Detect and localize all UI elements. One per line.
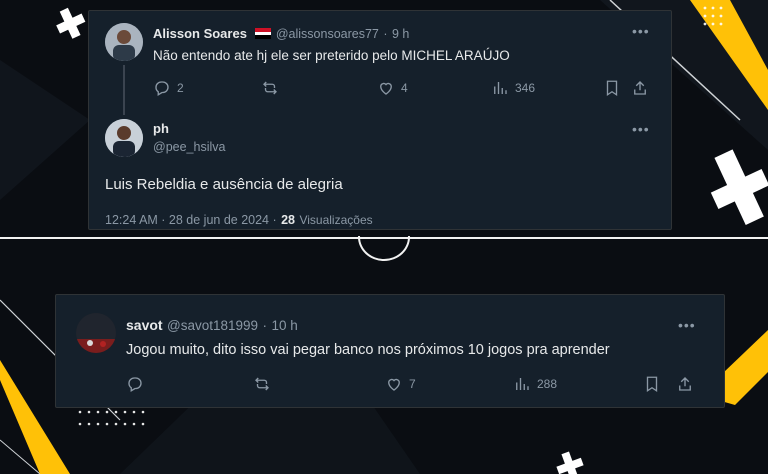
more-icon[interactable]: ••• xyxy=(678,317,696,333)
author-name[interactable]: savot xyxy=(126,317,163,333)
tweet-time[interactable]: 10 h xyxy=(271,318,297,333)
reply-count: 2 xyxy=(177,81,184,95)
views-button[interactable]: 346 xyxy=(491,79,535,97)
retweet-button[interactable] xyxy=(261,79,279,97)
tweet-header: ph @pee_hsilva xyxy=(153,121,225,154)
avatar[interactable] xyxy=(105,119,143,157)
reply-button[interactable] xyxy=(126,375,144,393)
tweet-header: Alisson Soares @alissonsoares77 · 9 h xyxy=(153,25,409,43)
egypt-flag-icon xyxy=(255,28,272,39)
views-icon xyxy=(516,378,529,390)
avatar-photo xyxy=(76,313,116,353)
views-icon xyxy=(494,82,507,94)
separator-dot: · xyxy=(262,318,268,333)
views-label: Visualizações xyxy=(299,213,373,227)
separator-dot: · xyxy=(383,27,388,41)
tweet-thread-card: Alisson Soares @alissonsoares77 · 9 h ••… xyxy=(88,10,672,230)
tweet-timestamp[interactable]: 12:24 AM · 28 de jun de 2024 · xyxy=(105,213,277,227)
tweet-text: Não entendo ate hj ele ser preterido pel… xyxy=(153,48,510,63)
tweet-header: savot @savot181999 · 10 h xyxy=(126,317,298,335)
like-icon xyxy=(388,378,400,391)
share-button[interactable] xyxy=(676,375,694,393)
tweet-text: Luis Rebeldia e ausência de alegria xyxy=(105,176,343,193)
tweet-meta: 12:24 AM · 28 de jun de 2024 · 28 Visual… xyxy=(105,211,373,229)
more-icon[interactable]: ••• xyxy=(632,23,650,39)
author-handle[interactable]: @savot181999 xyxy=(167,318,258,333)
reply-icon xyxy=(155,81,169,96)
bookmark-button[interactable] xyxy=(643,375,661,393)
tweet-time[interactable]: 9 h xyxy=(392,27,409,41)
share-icon xyxy=(679,377,691,391)
retweet-button[interactable] xyxy=(253,375,271,393)
views-count: 346 xyxy=(515,81,536,95)
avatar-photo xyxy=(105,23,143,61)
like-count: 7 xyxy=(409,377,416,391)
reply-icon xyxy=(128,377,142,392)
views-count: 28 xyxy=(281,213,296,227)
author-name[interactable]: Alisson Soares xyxy=(153,26,247,41)
views-button[interactable]: 288 xyxy=(513,375,557,393)
author-name[interactable]: ph xyxy=(153,121,225,136)
like-icon xyxy=(380,82,392,95)
avatar-photo xyxy=(105,119,143,157)
reply-button[interactable]: 2 xyxy=(153,79,184,97)
share-icon xyxy=(634,81,646,95)
avatar[interactable] xyxy=(105,23,143,61)
bookmark-icon xyxy=(646,376,658,393)
tweet-text: Jogou muito, dito isso vai pegar banco n… xyxy=(126,342,610,358)
author-handle[interactable]: @pee_hsilva xyxy=(153,140,225,154)
avatar[interactable] xyxy=(76,313,116,353)
author-handle[interactable]: @alissonsoares77 xyxy=(276,27,379,41)
retweet-icon xyxy=(263,81,277,95)
like-button[interactable]: 7 xyxy=(385,375,416,393)
thread-line xyxy=(123,65,125,115)
views-count: 288 xyxy=(537,377,558,391)
bookmark-button[interactable] xyxy=(603,79,621,97)
like-count: 4 xyxy=(401,81,408,95)
like-button[interactable]: 4 xyxy=(377,79,408,97)
retweet-icon xyxy=(255,377,269,391)
bookmark-icon xyxy=(606,80,618,97)
share-button[interactable] xyxy=(631,79,649,97)
more-icon[interactable]: ••• xyxy=(632,121,650,137)
tweet-card: savot @savot181999 · 10 h ••• Jogou muit… xyxy=(55,294,725,408)
